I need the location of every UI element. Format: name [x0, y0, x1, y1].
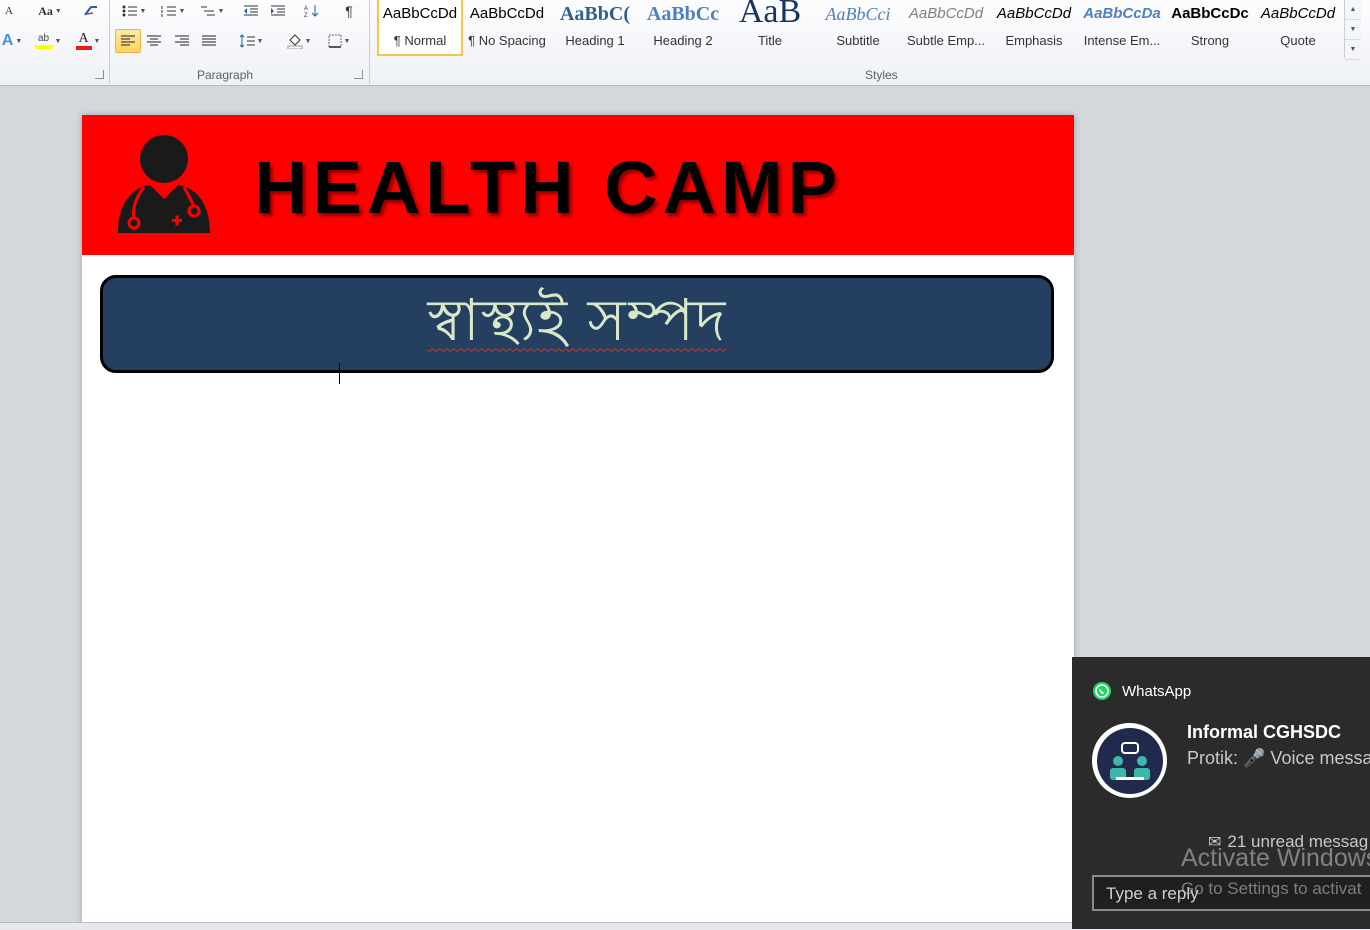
- align-right-icon: [175, 35, 189, 46]
- group-avatar-icon: [1096, 727, 1163, 794]
- paragraph-group-label: Paragraph: [197, 68, 254, 82]
- activate-windows-subtitle: Go to Settings to activat: [1181, 879, 1362, 898]
- align-center-icon: [147, 35, 161, 46]
- style-no-spacing[interactable]: AaBbCcDd ¶ No Spacing: [464, 0, 550, 56]
- text-cursor: [339, 363, 340, 384]
- numbering-icon: [161, 6, 176, 17]
- clear-formatting-button[interactable]: [80, 0, 102, 22]
- multilevel-list-icon: [200, 6, 215, 16]
- bullets-button[interactable]: ▼: [118, 0, 150, 22]
- ribbon-separator: [109, 0, 110, 84]
- pilcrow-icon: ¶: [345, 3, 353, 19]
- decrease-indent-button[interactable]: [240, 0, 262, 22]
- text-effects-icon: A: [1, 32, 14, 49]
- font-color-button[interactable]: A ▼: [70, 30, 106, 52]
- bullets-icon: [122, 5, 137, 17]
- show-formatting-button[interactable]: ¶: [338, 0, 360, 22]
- paint-bucket-icon: [287, 34, 303, 49]
- sort-icon: AZ: [304, 5, 319, 18]
- style-title[interactable]: AaB Title: [727, 0, 813, 56]
- banner[interactable]: HEALTH CAMP: [82, 115, 1074, 255]
- style-subtle-emphasis[interactable]: AaBbCcDd Subtle Emp...: [903, 0, 989, 56]
- notification-message: Protik: 🎤 Voice messa: [1187, 748, 1370, 769]
- increase-indent-icon: [271, 5, 285, 16]
- highlight-button[interactable]: ab ▼: [30, 30, 66, 52]
- notification-app-name: WhatsApp: [1122, 682, 1192, 700]
- change-case-button[interactable]: Aa ▼: [34, 0, 66, 22]
- scroll-down-icon[interactable]: ▼: [1345, 20, 1361, 40]
- banner-title[interactable]: HEALTH CAMP: [254, 145, 842, 230]
- whatsapp-icon: [1093, 682, 1111, 700]
- change-case-icon: Aa: [38, 3, 53, 18]
- grow-font-button[interactable]: A: [0, 0, 18, 22]
- clear-formatting-icon: [84, 6, 97, 16]
- align-right-button[interactable]: [171, 30, 193, 52]
- styles-gallery-scroll[interactable]: ▲ ▼ ▼: [1344, 0, 1361, 60]
- align-left-button[interactable]: [115, 29, 141, 53]
- doctor-icon: [118, 135, 210, 233]
- notification-title: Informal CGHSDC: [1187, 722, 1342, 742]
- style-quote[interactable]: AaBbCcDd Quote: [1255, 0, 1341, 56]
- notification-app-header: WhatsApp: [1092, 681, 1191, 701]
- align-center-button[interactable]: [143, 30, 165, 52]
- style-strong[interactable]: AaBbCcDc Strong: [1167, 0, 1253, 56]
- multilevel-list-button[interactable]: ▼: [196, 0, 228, 22]
- activate-windows-title: Activate Windows: [1181, 844, 1370, 872]
- style-emphasis[interactable]: AaBbCcDd Emphasis: [991, 0, 1077, 56]
- style-intense-emphasis[interactable]: AaBbCcDa Intense Em...: [1079, 0, 1165, 56]
- font-color-icon: A: [75, 32, 92, 50]
- motto-text[interactable]: স্বাস্থ্যই সম্পদ: [428, 276, 727, 373]
- shading-button[interactable]: ▼: [282, 30, 316, 52]
- highlight-icon: ab: [34, 33, 53, 49]
- line-spacing-icon: [239, 34, 255, 48]
- style-normal[interactable]: AaBbCcDd ¶ Normal: [377, 0, 463, 56]
- svg-text:Z: Z: [304, 13, 308, 18]
- borders-icon: [328, 34, 342, 48]
- motto-box[interactable]: স্বাস্থ্যই সম্পদ: [100, 275, 1054, 373]
- style-subtitle[interactable]: AaBbCci Subtitle: [815, 0, 901, 56]
- more-styles-icon[interactable]: ▼: [1345, 40, 1361, 60]
- sort-button[interactable]: AZ: [301, 0, 323, 22]
- borders-button[interactable]: ▼: [322, 30, 356, 52]
- text-effects-button[interactable]: A ▼: [0, 30, 24, 52]
- justify-button[interactable]: [198, 30, 220, 52]
- ribbon: A Aa ▼ A ▼ ab ▼ A ▼ ▼ ▼ ▼ AZ ¶ ▼ ▼ ▼ Par…: [0, 0, 1370, 86]
- line-spacing-button[interactable]: ▼: [234, 30, 268, 52]
- group-avatar: [1092, 723, 1167, 798]
- styles-group-label: Styles: [865, 68, 898, 82]
- font-dialog-launcher[interactable]: [95, 70, 104, 79]
- grow-font-icon: A: [5, 5, 13, 17]
- ribbon-separator: [369, 0, 370, 84]
- align-left-icon: [121, 35, 135, 46]
- document-page[interactable]: HEALTH CAMP স্বাস্থ্যই সম্পদ: [82, 115, 1074, 929]
- scroll-up-icon[interactable]: ▲: [1345, 0, 1361, 20]
- svg-text:A: A: [304, 6, 308, 12]
- style-heading-2[interactable]: AaBbCc Heading 2: [640, 0, 726, 56]
- numbering-button[interactable]: ▼: [157, 0, 189, 22]
- decrease-indent-icon: [244, 5, 258, 16]
- microphone-icon: Protik: 🎤 Voice messa: [1187, 748, 1370, 768]
- increase-indent-button[interactable]: [267, 0, 289, 22]
- paragraph-dialog-launcher[interactable]: [354, 70, 363, 79]
- justify-icon: [202, 35, 216, 46]
- style-heading-1[interactable]: AaBbC( Heading 1: [552, 0, 638, 56]
